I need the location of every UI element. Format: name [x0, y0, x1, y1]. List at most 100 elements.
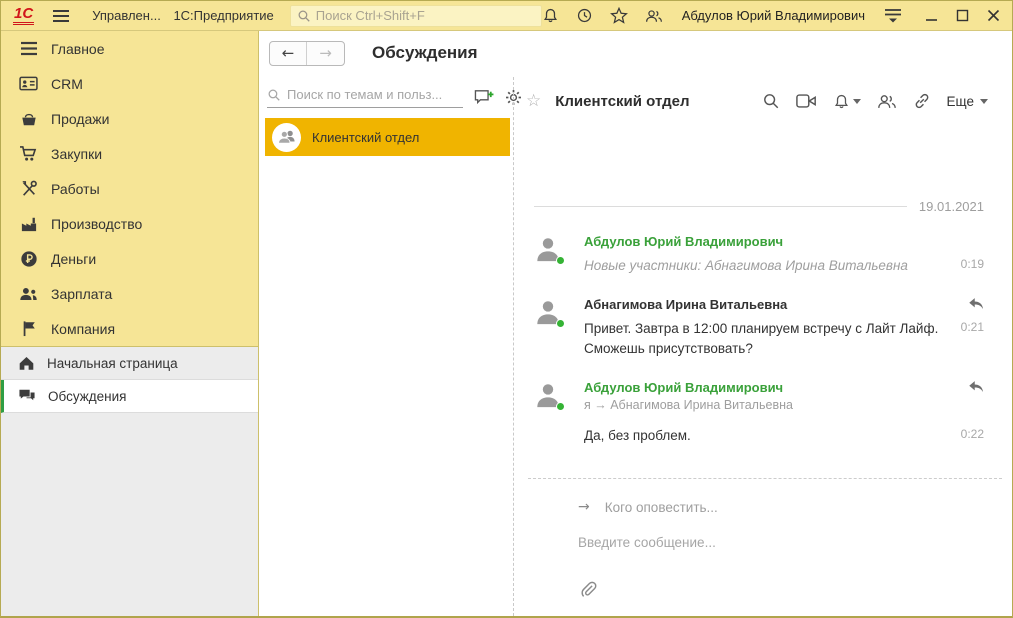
- sidebar-item-label: Работы: [51, 181, 100, 197]
- discussions-search-input[interactable]: [287, 87, 463, 102]
- notifications-bell-icon[interactable]: [542, 7, 559, 24]
- video-call-icon[interactable]: [796, 93, 817, 109]
- sidebar-item-label: CRM: [51, 76, 83, 92]
- window-title: Управлен... 1С:Предприятие: [92, 8, 274, 23]
- sidebar-item-label: Начальная страница: [47, 356, 178, 371]
- chat-search-icon[interactable]: [762, 92, 780, 110]
- avatar: [534, 380, 566, 446]
- avatar: [534, 234, 566, 276]
- discussions-list-panel: Клиентский отдел: [259, 75, 513, 616]
- notify-field[interactable]: → Кого оповестить...: [528, 499, 1002, 515]
- forward-button[interactable]: →: [307, 42, 344, 65]
- sidebar-item-sales[interactable]: Продажи: [1, 101, 258, 136]
- sidebar-item-salary[interactable]: Зарплата: [1, 276, 258, 311]
- global-search[interactable]: [290, 5, 542, 27]
- sidebar-item-company[interactable]: Компания: [1, 311, 258, 346]
- date-separator-label: 19.01.2021: [919, 199, 984, 214]
- message-body: Абдулов Юрий Владимирович Новые участник…: [584, 234, 984, 276]
- sidebar-item-label: Производство: [51, 216, 142, 232]
- sidebar-item-label: Продажи: [51, 111, 109, 127]
- discussion-item-title: Клиентский отдел: [312, 130, 419, 145]
- crm-icon: [19, 76, 38, 91]
- message-author[interactable]: Абнагимова Ирина Витальевна: [584, 297, 958, 312]
- reply-icon[interactable]: [968, 297, 984, 311]
- message-input-row: [528, 535, 1002, 550]
- window-controls: [925, 9, 1004, 22]
- message: Абдулов Юрий Владимирович я → Абнагимова…: [534, 380, 984, 446]
- sidebar-item-label: Компания: [51, 321, 115, 337]
- date-separator: 19.01.2021: [534, 199, 984, 214]
- chat-title: Клиентский отдел: [555, 93, 749, 110]
- chat-notifications-dropdown[interactable]: [833, 93, 861, 110]
- online-status-dot: [556, 256, 565, 265]
- main-menu-caret-icon[interactable]: [884, 7, 902, 24]
- maximize-button[interactable]: [956, 9, 969, 22]
- new-discussion-icon[interactable]: [474, 89, 494, 107]
- works-icon: [19, 180, 38, 197]
- message-recipient-line: я → Абнагимова Ирина Витальевна: [584, 398, 984, 412]
- messages-area: 19.01.2021 Абдулов Юрий Владимирович: [526, 117, 1012, 478]
- sidebar-item-home-page[interactable]: Начальная страница: [1, 347, 258, 380]
- chevron-down-icon: [853, 99, 861, 104]
- online-status-dot: [556, 319, 565, 328]
- discussions-list-toolbar: [259, 87, 513, 108]
- history-icon[interactable]: [576, 7, 593, 24]
- date-separator-line: [534, 206, 907, 207]
- chat-header: ☆ Клиентский отдел: [526, 75, 1012, 117]
- chat-panel: ☆ Клиентский отдел: [514, 75, 1012, 616]
- main-section-icon: [19, 41, 38, 56]
- notify-placeholder: Кого оповестить...: [605, 500, 718, 515]
- app-window: 1С Управлен... 1С:Предприятие: [0, 0, 1013, 618]
- group-avatar: [272, 123, 301, 152]
- message-text: Новые участники: Абнагимова Ирина Виталь…: [584, 256, 961, 276]
- current-user-name[interactable]: Абдулов Юрий Владимирович: [682, 8, 865, 23]
- sidebar-item-purchases[interactable]: Закупки: [1, 136, 258, 171]
- salary-icon: [19, 286, 38, 302]
- window-title-platform: 1С:Предприятие: [173, 8, 273, 23]
- home-icon: [18, 355, 35, 371]
- sales-icon: [19, 111, 38, 127]
- attach-paperclip-icon[interactable]: [578, 580, 598, 599]
- message-author[interactable]: Абдулов Юрий Владимирович: [584, 380, 958, 395]
- money-icon: [19, 250, 38, 268]
- message-author[interactable]: Абдулов Юрий Владимирович: [584, 234, 984, 249]
- more-button[interactable]: Еще: [947, 94, 988, 109]
- message-text: Привет. Завтра в 12:00 планируем встречу…: [584, 319, 961, 358]
- reply-icon[interactable]: [968, 380, 984, 394]
- navigation-buttons: ← →: [269, 41, 345, 66]
- purchases-icon: [19, 145, 38, 162]
- message: Абнагимова Ирина Витальевна Привет. Завт…: [534, 297, 984, 358]
- discussions-search[interactable]: [267, 87, 463, 108]
- hamburger-menu-icon[interactable]: [52, 9, 70, 23]
- discussion-list-item-selected[interactable]: Клиентский отдел: [265, 118, 510, 156]
- sidebar-item-works[interactable]: Работы: [1, 171, 258, 206]
- back-button[interactable]: ←: [270, 42, 307, 65]
- sidebar-item-crm[interactable]: CRM: [1, 66, 258, 101]
- message-time: 0:19: [961, 256, 984, 271]
- sidebar-item-discussions[interactable]: Обсуждения: [1, 380, 258, 413]
- contacts-people-icon[interactable]: [645, 8, 663, 24]
- search-icon: [267, 88, 281, 102]
- more-button-label: Еще: [947, 94, 974, 109]
- message-composer: → Кого оповестить...: [528, 478, 1002, 616]
- production-icon: [19, 216, 38, 232]
- global-search-input[interactable]: [316, 8, 535, 23]
- link-icon[interactable]: [913, 92, 931, 110]
- window-title-app: Управлен...: [92, 8, 161, 23]
- avatar: [534, 297, 566, 358]
- minimize-button[interactable]: [925, 9, 938, 22]
- favorite-star-icon[interactable]: ☆: [526, 91, 541, 111]
- sidebar-item-production[interactable]: Производство: [1, 206, 258, 241]
- 1c-logo: 1С: [13, 6, 34, 25]
- message-time: 0:21: [961, 319, 984, 334]
- search-icon: [297, 9, 311, 23]
- participants-icon[interactable]: [877, 93, 897, 110]
- message-body: Абнагимова Ирина Витальевна Привет. Завт…: [584, 297, 984, 358]
- main-area: ← → Обсуждения: [259, 31, 1012, 616]
- sidebar-item-money[interactable]: Деньги: [1, 241, 258, 276]
- sidebar-item-main[interactable]: Главное: [1, 31, 258, 66]
- message-input[interactable]: [578, 535, 928, 550]
- sidebar-item-label: Главное: [51, 41, 105, 57]
- favorites-star-icon[interactable]: [610, 7, 628, 24]
- close-button[interactable]: [987, 9, 1000, 22]
